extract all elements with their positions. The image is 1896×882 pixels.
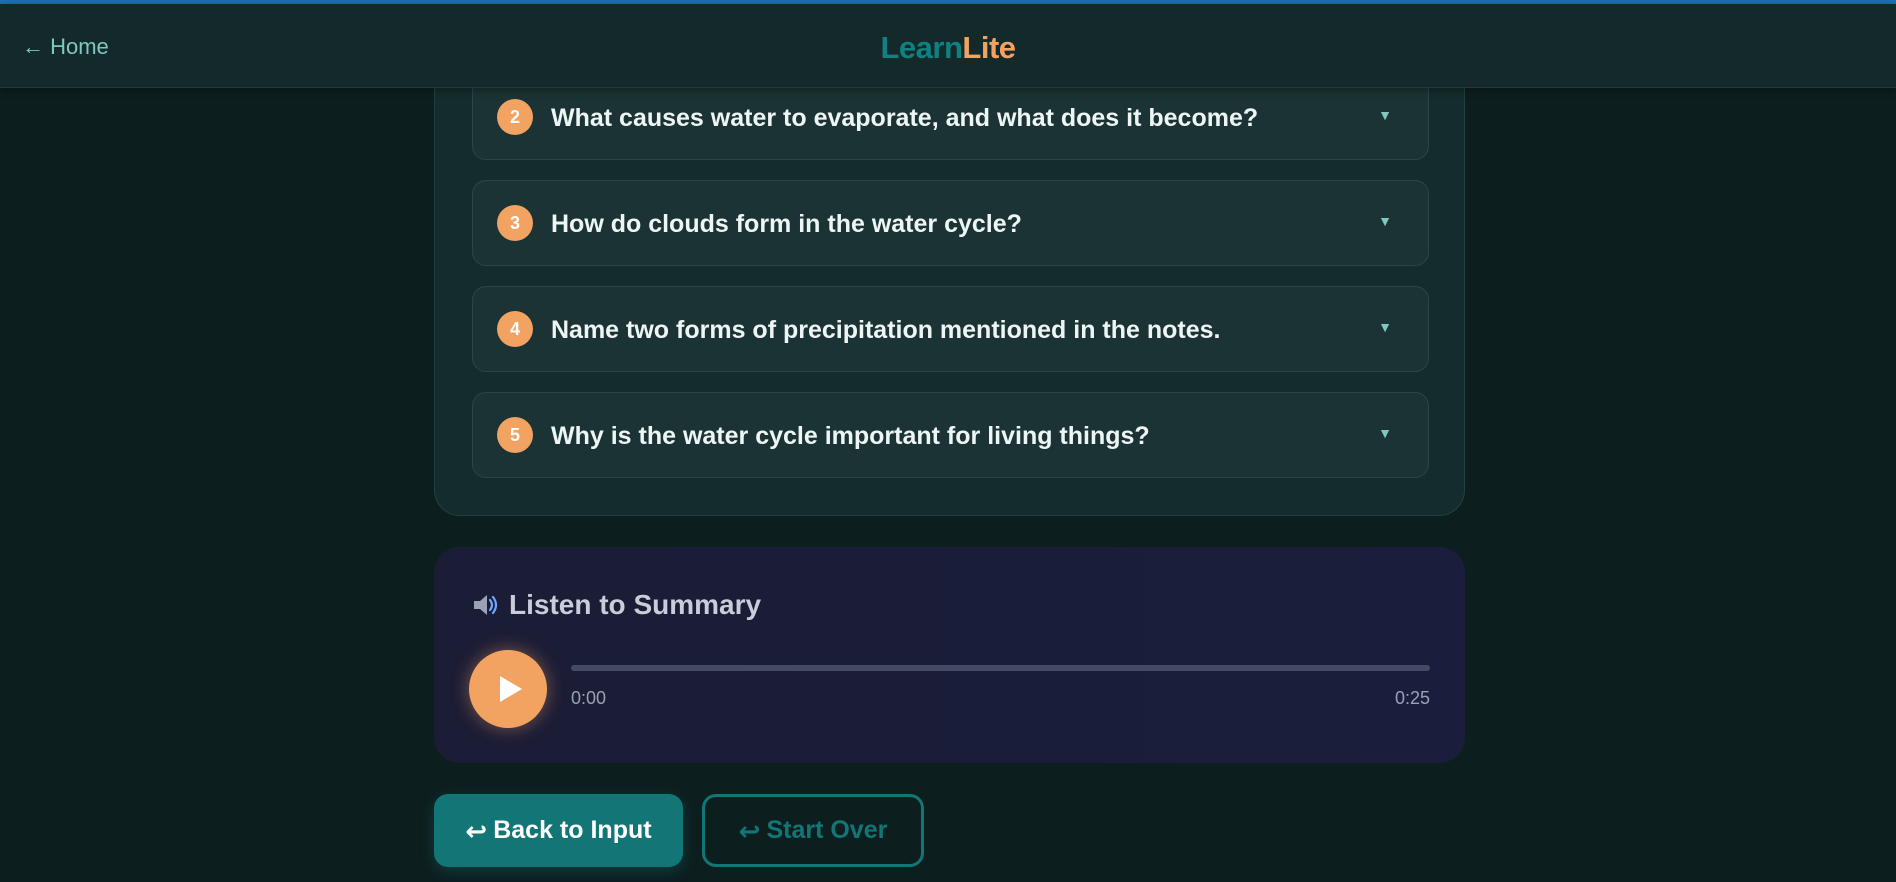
chevron-down-icon[interactable]: ▼ xyxy=(1378,319,1392,335)
question-item[interactable]: 5 Why is the water cycle important for l… xyxy=(472,392,1429,478)
chevron-down-icon[interactable]: ▼ xyxy=(1378,213,1392,229)
chevron-down-icon[interactable]: ▼ xyxy=(1378,425,1392,441)
question-text: Why is the water cycle important for liv… xyxy=(551,422,1150,450)
duration: 0:25 xyxy=(1394,688,1430,708)
header: ← Home LearnLite xyxy=(0,4,1896,88)
question-text: What causes water to evaporate, and what… xyxy=(551,104,1259,132)
question-text: How do clouds form in the water cycle? xyxy=(551,210,1022,238)
question-text: Name two forms of precipitation mentione… xyxy=(551,316,1221,344)
return-icon: ↩ xyxy=(465,815,488,846)
audio-progress-track[interactable] xyxy=(571,665,1430,671)
start-over-button[interactable]: ↩ Start Over xyxy=(702,794,924,867)
question-item[interactable]: 4 Name two forms of precipitation mentio… xyxy=(472,286,1429,372)
logo-learn: Learn xyxy=(880,30,963,65)
question-item[interactable]: 3 How do clouds form in the water cycle?… xyxy=(472,180,1429,266)
audio-title-text: Listen to Summary xyxy=(509,589,762,620)
return-icon: ↩ xyxy=(738,815,761,846)
play-button[interactable] xyxy=(469,650,547,728)
chevron-down-icon[interactable]: ▼ xyxy=(1378,107,1392,123)
question-number: 5 xyxy=(497,417,533,453)
speaker-icon xyxy=(474,595,498,615)
play-icon xyxy=(499,676,522,702)
current-time: 0:00 xyxy=(571,688,607,708)
back-to-input-label: Back to Input xyxy=(493,816,652,844)
start-over-label: Start Over xyxy=(766,816,888,844)
audio-title: Listen to Summary xyxy=(471,589,761,621)
logo-lite: Lite xyxy=(962,30,1016,65)
question-number: 2 xyxy=(497,99,533,135)
logo: LearnLite xyxy=(0,30,1896,66)
back-to-input-button[interactable]: ↩ Back to Input xyxy=(434,794,683,867)
question-number: 4 xyxy=(497,311,533,347)
audio-summary-card: Listen to Summary 0:00 0:25 xyxy=(434,547,1465,763)
question-number: 3 xyxy=(497,205,533,241)
quiz-card: 2 What causes water to evaporate, and wh… xyxy=(434,40,1465,516)
